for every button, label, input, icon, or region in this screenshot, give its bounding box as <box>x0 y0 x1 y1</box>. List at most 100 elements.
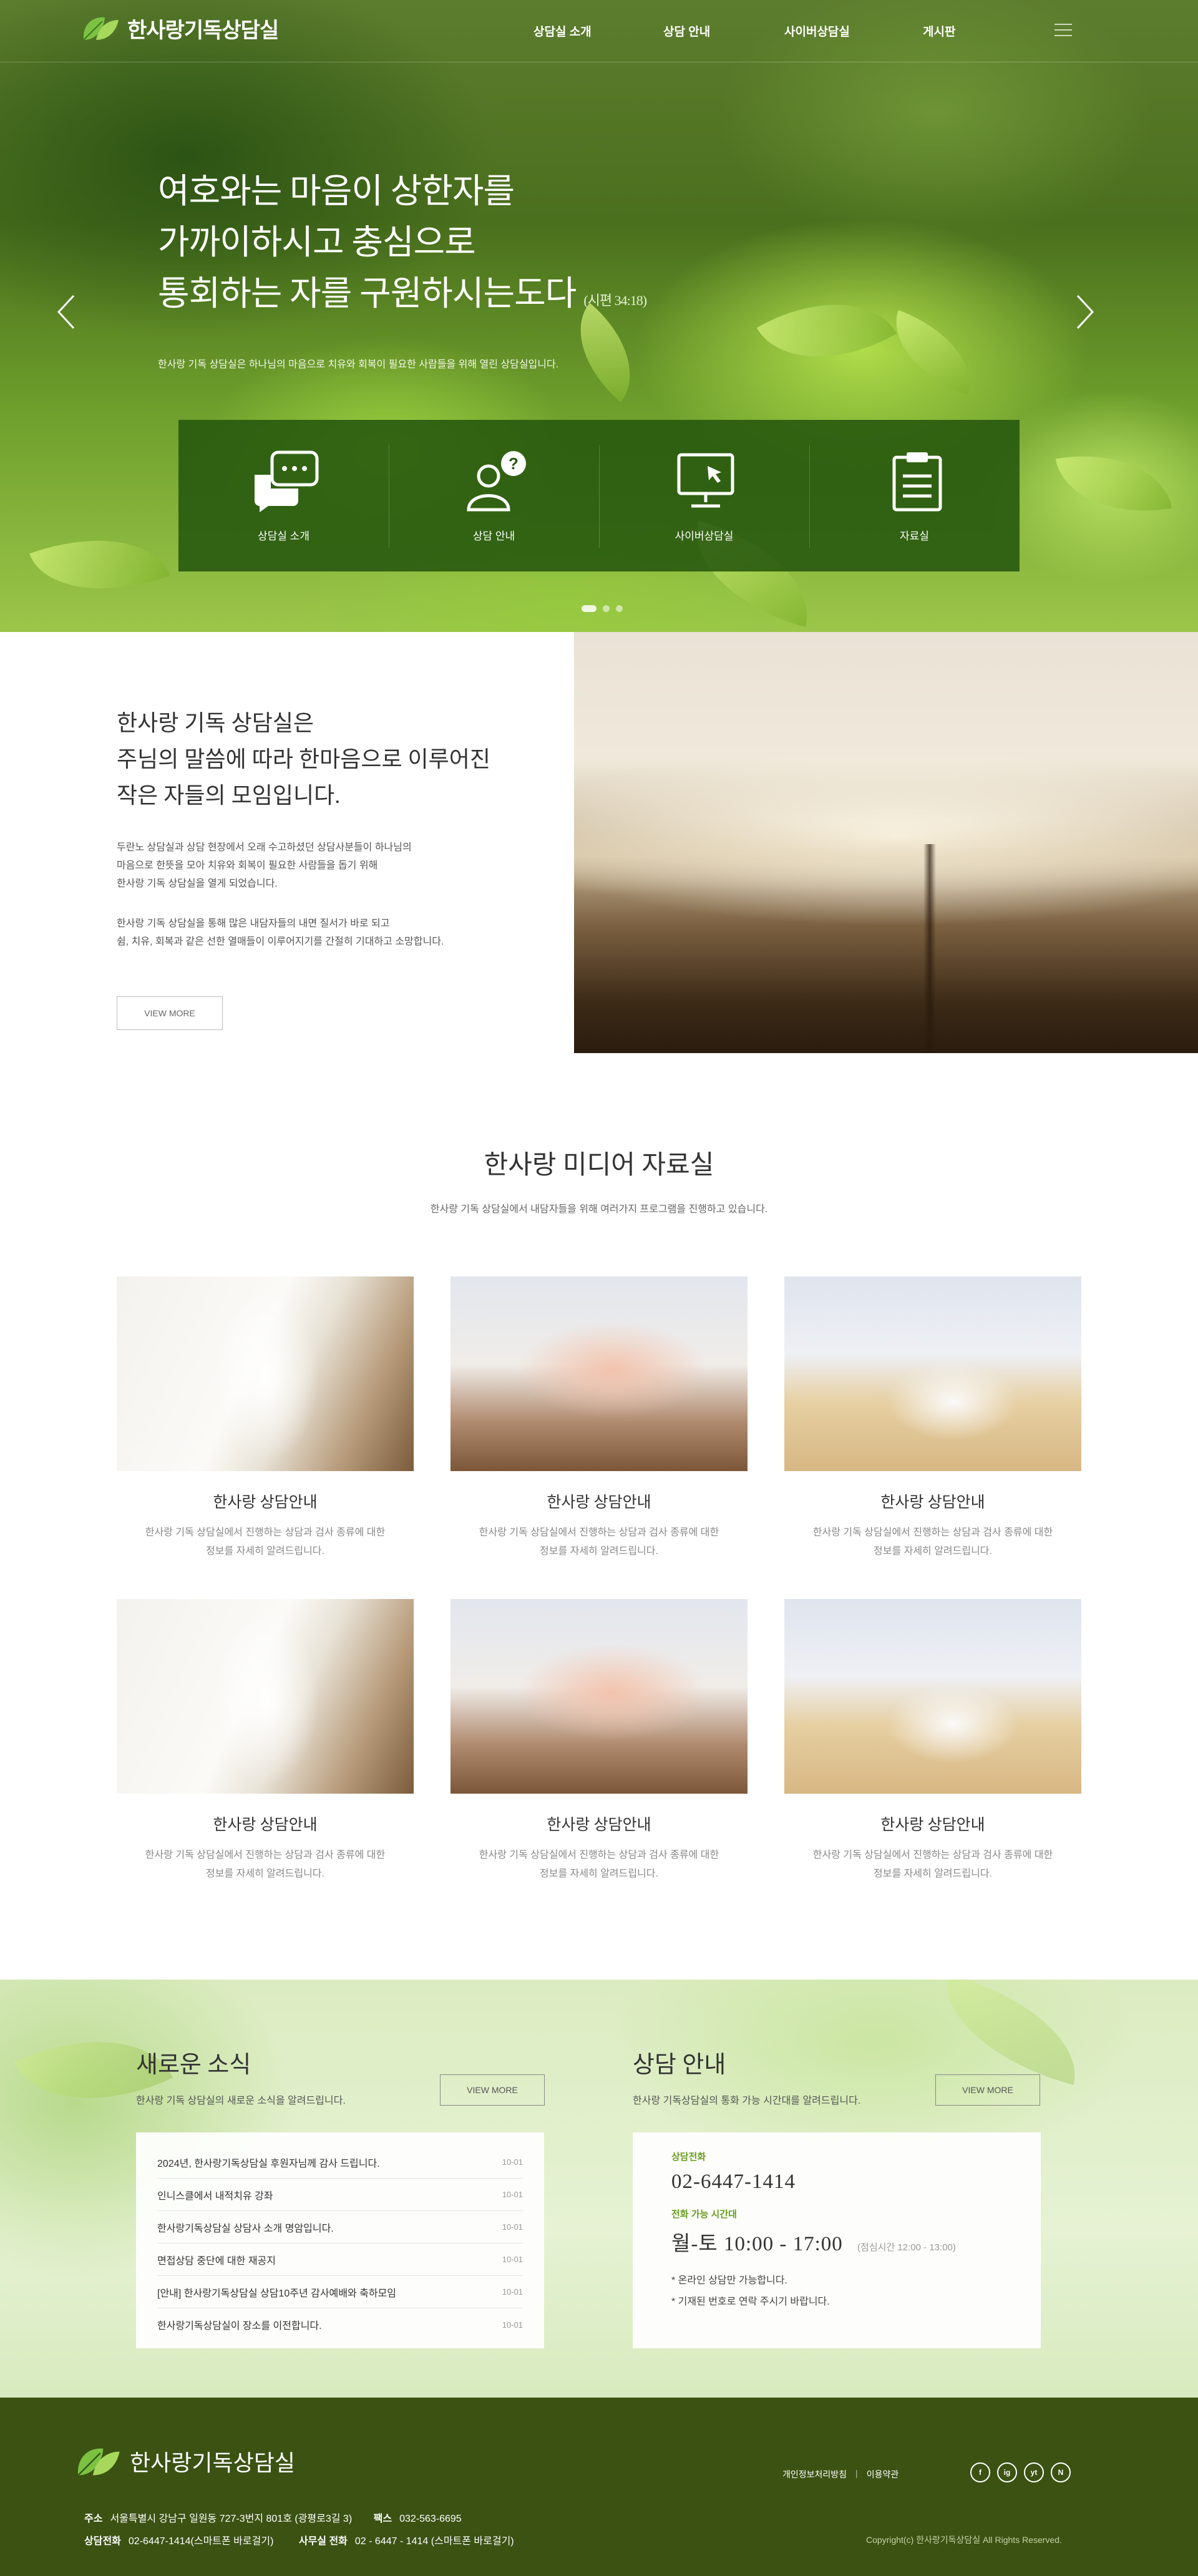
naver-blog-icon[interactable]: N <box>1051 2462 1071 2482</box>
media-card-desc-line: 정보를 자세히 알려드립니다. <box>540 1869 658 1879</box>
leaf-decoration <box>879 310 986 395</box>
youtube-icon[interactable]: yt <box>1024 2462 1044 2482</box>
media-card-desc: 한사랑 기독 상담실에서 진행하는 상담과 검사 종류에 대한 정보를 자세히 알… <box>450 1846 748 1883</box>
hero-title: 여호와는 마음이 상한자를 가까이하시고 충심으로 통회하는 자를 구원하시는도… <box>158 166 647 326</box>
media-card[interactable]: 한사랑 상담안내 한사랑 기독 상담실에서 진행하는 상담과 검사 종류에 대한… <box>784 1276 1081 1561</box>
fax-value: 032-563-6695 <box>399 2514 462 2524</box>
quick-link-about[interactable]: 상담실 소개 <box>178 420 389 571</box>
media-card-desc: 한사랑 기독 상담실에서 진행하는 상담과 검사 종류에 대한 정보를 자세히 알… <box>784 1524 1081 1561</box>
logo-text: 한사랑기독상담실 <box>127 18 279 42</box>
news-item[interactable]: 2024년, 한사랑기독상담실 후원자님께 감사 드립니다. 10-01 <box>157 2146 523 2179</box>
next-slide-arrow-icon[interactable] <box>1071 293 1096 331</box>
consult-view-more-button[interactable]: VIEW MORE <box>935 2074 1040 2106</box>
media-card[interactable]: 한사랑 상담안내 한사랑 기독 상담실에서 진행하는 상담과 검사 종류에 대한… <box>450 1599 748 1883</box>
hero-reference: (시편 34:18) <box>583 293 647 308</box>
site-logo[interactable]: 한사랑기독상담실 <box>80 12 279 44</box>
news-item-title: 2024년, 한사랑기독상담실 후원자님께 감사 드립니다. <box>157 2158 380 2169</box>
office-phone-value[interactable]: 02 - 6447 - 1414 (스마트폰 바로걸기) <box>355 2536 514 2547</box>
open-book-image <box>574 632 1198 1053</box>
intro-line: 한사랑 기독 상담실을 통해 많은 내담자들의 내면 질서가 바로 되고 <box>117 918 390 929</box>
privacy-policy-link[interactable]: 개인정보처리방침 <box>782 2468 847 2481</box>
media-card[interactable]: 한사랑 상담안내 한사랑 기독 상담실에서 진행하는 상담과 검사 종류에 대한… <box>117 1276 414 1561</box>
slider-dot[interactable] <box>616 605 623 612</box>
media-card-desc: 한사랑 기독 상담실에서 진행하는 상담과 검사 종류에 대한정보를 자세히 알… <box>450 1524 748 1561</box>
media-card-desc-line: 정보를 자세히 알려드립니다. <box>206 1546 324 1557</box>
consult-notes: * 온라인 상담만 가능합니다. * 기재된 번호로 연락 주시기 바랍니다. <box>671 2270 1002 2313</box>
consult-subtitle: 한사랑 기독상담실의 통화 가능 시간대를 알려드립니다. <box>633 2096 861 2106</box>
media-card-desc-line: 한사랑 기독 상담실에서 진행하는 상담과 검사 종류에 대한 <box>145 1850 386 1860</box>
footer-phone-value[interactable]: 02-6447-1414(스마트폰 바로걸기) <box>129 2536 274 2547</box>
nav-item-guide[interactable]: 상담 안내 <box>663 22 710 39</box>
divider: | <box>855 2468 858 2478</box>
news-item-title: 한사랑기독상담실 상담사 소개 명암입니다. <box>157 2223 334 2234</box>
news-item-title: 한사랑기독상담실이 장소를 이전합니다. <box>157 2321 322 2331</box>
site-footer: 한사랑기독상담실 개인정보처리방침 | 이용약관 f ig yt N 주소 서울특… <box>0 2398 1198 2576</box>
news-item[interactable]: 면접상담 중단에 대한 재공지 10-01 <box>157 2243 523 2276</box>
media-title: 한사랑 미디어 자료실 <box>484 1151 714 1180</box>
media-card-title: 한사랑 상담안내 <box>213 1817 318 1834</box>
slider-dot[interactable] <box>582 605 597 612</box>
terms-link[interactable]: 이용약관 <box>867 2468 899 2481</box>
media-card-title: 한사랑 상담안내 <box>547 1817 651 1834</box>
copyright: Copyright(c) 한사랑기독상담실 All Rights Reserve… <box>866 2535 1062 2545</box>
quick-link-guide[interactable]: ? 상담 안내 <box>389 420 599 571</box>
hamburger-menu-icon[interactable] <box>1054 24 1072 37</box>
media-card-image <box>784 1599 1081 1794</box>
news-item-title: 인니스클에서 내적치유 강좌 <box>157 2190 273 2202</box>
address-label: 주소 <box>84 2514 103 2524</box>
nav-item-about[interactable]: 상담실 소개 <box>533 22 592 39</box>
intro-paragraph: 두란노 상담실과 상담 현장에서 오래 수고하셨던 상담사분들이 하나님의 마음… <box>117 838 412 893</box>
social-links: f ig yt N <box>970 2462 1071 2482</box>
footer-address-line: 주소 서울특별시 강남구 일원동 727-3번지 801호 (광평로3길 3) 팩… <box>84 2510 462 2525</box>
news-item[interactable]: 한사랑기독상담실 상담사 소개 명암입니다. 10-01 <box>157 2211 523 2243</box>
hours-value: 월-토 10:00 - 17:00 (점심시간 12:00 - 13:00) <box>671 2227 1002 2257</box>
phone-label: 상담전화 <box>671 2152 706 2162</box>
slider-pagination <box>582 605 623 612</box>
intro-view-more-button[interactable]: VIEW MORE <box>117 996 223 1030</box>
media-card[interactable]: 한사랑 상담안내 한사랑 기독 상담실에서 진행하는 상담과 검사 종류에 대한… <box>117 1599 414 1883</box>
footer-logo[interactable]: 한사랑기독상담실 <box>74 2442 295 2480</box>
nav-item-cyber[interactable]: 사이버상담실 <box>784 22 850 39</box>
intro-title-line: 한사랑 기독 상담실은 <box>117 711 314 736</box>
office-phone-label: 사무실 전화 <box>298 2536 348 2547</box>
media-card-image <box>450 1276 748 1471</box>
consult-title: 상담 안내 <box>633 2052 726 2078</box>
news-item-date: 10-01 <box>502 2157 523 2167</box>
instagram-icon[interactable]: ig <box>997 2462 1017 2482</box>
news-item-title: 면접상담 중단에 대한 재공지 <box>157 2255 276 2267</box>
chat-bubbles-icon <box>255 450 319 512</box>
quick-link-cyber[interactable]: 사이버상담실 <box>599 420 809 571</box>
consult-note: * 온라인 상담만 가능합니다. <box>671 2275 787 2286</box>
intro-title: 한사랑 기독 상담실은 주님의 말씀에 따라 한마음으로 이루어진 작은 자들의… <box>117 705 490 814</box>
news-item[interactable]: 한사랑기독상담실이 장소를 이전합니다. 10-01 <box>157 2308 523 2341</box>
footer-logo-text: 한사랑기독상담실 <box>130 2450 295 2476</box>
lunch-hours: (점심시간 12:00 - 13:00) <box>857 2242 956 2253</box>
facebook-icon[interactable]: f <box>970 2462 990 2482</box>
prev-slide-arrow-icon[interactable] <box>55 293 80 331</box>
news-item[interactable]: 인니스클에서 내적치유 강좌 10-01 <box>157 2179 523 2211</box>
leaf-logo-icon <box>83 17 119 41</box>
news-view-more-button[interactable]: VIEW MORE <box>440 2074 545 2106</box>
phone-number[interactable]: 02-6447-1414 <box>671 2170 1002 2194</box>
media-card-desc-line: 정보를 자세히 알려드립니다. <box>540 1546 658 1557</box>
slider-dot[interactable] <box>603 605 610 612</box>
media-card-desc-line: 한사랑 기독 상담실에서 진행하는 상담과 검사 종류에 대한 <box>812 1850 1053 1860</box>
site-header: 한사랑기독상담실 상담실 소개 상담 안내 사이버상담실 게시판 <box>0 0 1198 62</box>
news-item[interactable]: [안내] 한사랑기독상담실 상담10주년 감사예배와 축하모임 10-01 <box>157 2276 523 2308</box>
news-item-date: 10-01 <box>502 2287 523 2297</box>
media-card-desc-line: 한사랑 기독 상담실에서 진행하는 상담과 검사 종류에 대한 <box>479 1527 719 1538</box>
monitor-cursor-icon <box>677 453 734 508</box>
fax-label: 팩스 <box>373 2514 392 2524</box>
leaf-logo-icon <box>77 2448 120 2476</box>
clipboard-icon <box>892 452 942 512</box>
media-card-desc-line: 한사랑 기독 상담실에서 진행하는 상담과 검사 종류에 대한 <box>145 1527 386 1538</box>
hero-title-line: 통회하는 자를 구원하시는도다 <box>158 275 577 313</box>
media-card-title: 한사랑 상담안내 <box>213 1494 318 1511</box>
intro-title-line: 작은 자들의 모임입니다. <box>117 783 341 808</box>
media-card-desc-line: 한사랑 기독 상담실에서 진행하는 상담과 검사 종류에 대한 <box>812 1527 1053 1538</box>
quick-link-library[interactable]: 자료실 <box>809 420 1020 571</box>
nav-item-board[interactable]: 게시판 <box>923 22 955 39</box>
consult-info-box: 상담전화 02-6447-1414 전화 가능 시간대 월-토 10:00 - … <box>633 2132 1041 2348</box>
media-card[interactable]: 한사랑 상담안내 한사랑 기독 상담실에서 진행하는 상담과 검사 종류에 대한… <box>784 1599 1081 1883</box>
media-card[interactable]: 한사랑 상담안내 한사랑 기독 상담실에서 진행하는 상담과 검사 종류에 대한… <box>450 1276 748 1561</box>
